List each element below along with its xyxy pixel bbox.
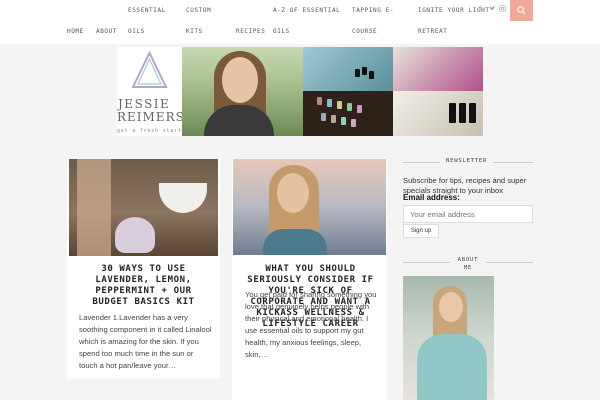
signup-button[interactable]: Sign up: [403, 224, 439, 238]
email-label: Email address:: [403, 193, 460, 202]
search-icon: [517, 6, 526, 15]
search-button[interactable]: [510, 0, 533, 21]
header-banner[interactable]: JESSIE REIMERS get a fresh start: [117, 47, 483, 136]
twitter-icon[interactable]: [489, 5, 496, 14]
post-excerpt: Lavender 1.Lavender has a very soothing …: [79, 313, 212, 370]
newsletter-heading: NEWSLETTER: [440, 158, 494, 164]
site-logo[interactable]: JESSIE REIMERS get a fresh start: [117, 47, 185, 136]
banner-photo-laptop: [393, 91, 483, 136]
nav-oils-line2[interactable]: OILS: [128, 21, 145, 43]
post-card[interactable]: 30 WAYS TO USE LAVENDER, LEMON, PEPPERMI…: [67, 159, 220, 379]
logo-name-last: REIMERS: [117, 110, 185, 124]
nav-label: ABOUT: [96, 28, 118, 35]
logo-name-first: JESSIE: [118, 97, 171, 111]
nav-course-line2[interactable]: COURSE: [352, 21, 377, 43]
nav-label: HOME: [67, 28, 84, 35]
post-title[interactable]: 30 WAYS TO USE LAVENDER, LEMON, PEPPERMI…: [75, 264, 212, 308]
nav-kits-line2[interactable]: KITS: [186, 21, 203, 43]
banner-portrait-photo: [182, 47, 303, 136]
nav-label: RETREAT: [418, 28, 448, 35]
post-image-diffuser[interactable]: [69, 159, 218, 256]
banner-photo-oil-box: [303, 91, 393, 136]
top-navigation: ESSENTIAL CUSTOM A-Z OF ESSENTIAL TAPPIN…: [0, 0, 600, 44]
nav-custom-kits[interactable]: CUSTOM: [186, 0, 211, 22]
nav-a-z-oils[interactable]: A-Z OF ESSENTIAL: [273, 0, 340, 22]
about-heading: ABOUT ME: [450, 256, 486, 272]
nav-label: OILS: [273, 28, 290, 35]
nav-label: KITS: [186, 28, 203, 35]
nav-home[interactable]: HOME: [67, 21, 84, 43]
logo-tagline: get a fresh start: [117, 128, 182, 134]
nav-oils-line2b[interactable]: OILS: [273, 21, 290, 43]
nav-label: COURSE: [352, 28, 378, 35]
nav-about[interactable]: ABOUT: [96, 21, 117, 43]
banner-photo-pink-dress: [393, 47, 483, 91]
nav-label: TAPPING E-: [352, 7, 395, 14]
nav-label: CUSTOM: [186, 7, 212, 14]
about-photo[interactable]: [403, 276, 494, 400]
post-image-portrait[interactable]: [233, 159, 386, 255]
email-field[interactable]: [403, 205, 533, 223]
nav-retreat-line2[interactable]: RETREAT: [418, 21, 448, 43]
nav-recipes[interactable]: RECIPES: [236, 21, 266, 43]
nav-label: A-Z OF ESSENTIAL: [273, 7, 341, 14]
banner-photo-grid: [303, 47, 483, 136]
nav-label: ESSENTIAL: [128, 7, 166, 14]
banner-photo-bottles: [303, 47, 393, 91]
nav-label: RECIPES: [236, 28, 266, 35]
instagram-icon[interactable]: [499, 5, 506, 14]
nav-essential-oils[interactable]: ESSENTIAL: [128, 0, 166, 22]
facebook-icon[interactable]: f: [479, 5, 481, 13]
nav-label: OILS: [128, 28, 145, 35]
post-excerpt: You get paid for sharing something you l…: [245, 290, 377, 359]
nav-tapping-course[interactable]: TAPPING E-: [352, 0, 394, 22]
triangle-logo-icon: [131, 51, 168, 88]
post-card[interactable]: WHAT YOU SHOULD SERIOUSLY CONSIDER IF YO…: [232, 159, 387, 400]
